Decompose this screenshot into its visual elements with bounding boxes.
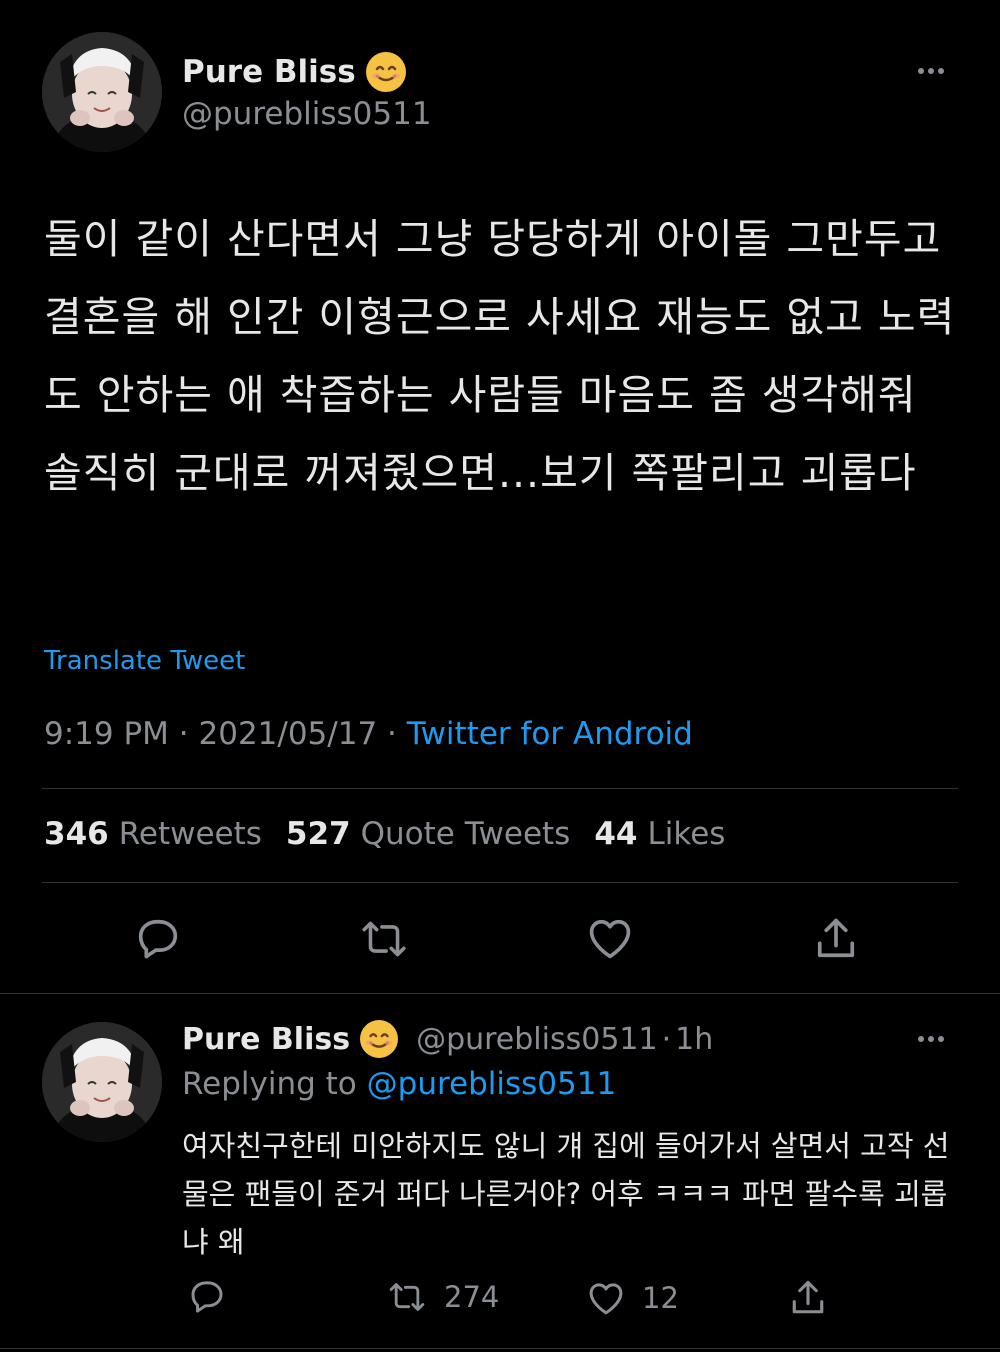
author-name[interactable]: Pure Bliss — [182, 54, 356, 90]
replying-to-mention[interactable]: @purebliss0511 — [367, 1066, 617, 1102]
reply-share-button[interactable] — [786, 1276, 830, 1320]
author-name-row[interactable]: Pure Bliss — [182, 50, 406, 94]
reply-author-handle[interactable]: @purebliss0511 — [416, 1022, 658, 1057]
heart-icon — [589, 1283, 623, 1315]
tweet-action-bar — [0, 912, 1000, 968]
more-dots-icon[interactable] — [918, 1036, 944, 1042]
tweet-source-link[interactable]: Twitter for Android — [407, 716, 693, 752]
reply-time-separator: · — [661, 1021, 672, 1057]
smiling-face-emoji-icon — [365, 52, 406, 92]
author-handle[interactable]: @purebliss0511 — [182, 96, 432, 132]
share-upload-icon — [817, 918, 855, 958]
speech-bubble-icon — [191, 1281, 223, 1313]
more-dots-icon[interactable] — [918, 68, 944, 74]
reply-avatar[interactable] — [42, 1022, 162, 1142]
quote-tweets-count: 527 — [285, 816, 351, 852]
likes-count: 44 — [594, 816, 638, 852]
top-cutoff-fragment — [118, 0, 158, 4]
reply-retweet-button[interactable]: 274 — [384, 1277, 499, 1317]
divider — [0, 993, 1000, 994]
likes-stat[interactable]: 44 Likes — [594, 816, 725, 852]
reply-tweet-text: 여자친구한테 미안하지도 않니 걔 집에 들어가서 살면서 고작 선물은 팬들이… — [182, 1129, 950, 1259]
quote-tweets-label: Quote Tweets — [360, 816, 571, 852]
avatar[interactable] — [42, 32, 162, 152]
meta-separator: · — [387, 716, 397, 752]
reply-time[interactable]: 1h — [675, 1022, 713, 1057]
reply-like-count: 12 — [642, 1281, 679, 1315]
divider — [42, 882, 958, 883]
reply-author-name[interactable]: Pure Bliss — [182, 1022, 350, 1057]
translate-tweet-link[interactable]: Translate Tweet — [44, 646, 245, 676]
share-upload-icon — [792, 1280, 824, 1314]
retweet-button[interactable] — [356, 914, 412, 964]
reply-button[interactable] — [132, 912, 184, 964]
meta-separator: · — [178, 716, 189, 752]
divider — [42, 788, 958, 789]
tweet-time: 9:19 PM — [44, 716, 169, 752]
tweet-stats: 346 Retweets 527 Quote Tweets 44 Likes — [44, 816, 725, 852]
retweets-stat[interactable]: 346 Retweets — [44, 816, 262, 852]
tweet-text: 둘이 같이 산다면서 그냥 당당하게 아이돌 그만두고 결혼을 해 인간 이형근… — [44, 215, 956, 497]
likes-label: Likes — [647, 816, 726, 852]
like-button[interactable] — [584, 912, 636, 964]
reply-like-button[interactable]: 12 — [584, 1277, 679, 1319]
retweet-arrows-icon — [362, 921, 406, 957]
retweets-count: 346 — [44, 816, 109, 852]
reply-retweet-count: 274 — [444, 1280, 500, 1314]
divider — [0, 1348, 1000, 1349]
retweet-arrows-icon — [389, 1283, 425, 1311]
replying-to-line: Replying to @purebliss0511 — [182, 1066, 616, 1102]
tweet-meta: 9:19 PM · 2021/05/17 · Twitter for Andro… — [44, 716, 693, 752]
tweet-date: 2021/05/17 — [198, 716, 378, 752]
smiling-face-emoji-icon — [360, 1020, 399, 1058]
quote-tweets-stat[interactable]: 527 Quote Tweets — [286, 816, 570, 852]
replying-to-label: Replying to — [182, 1066, 357, 1102]
reply-header-row: Pure Bliss @purebliss0511 · 1h — [182, 1018, 713, 1060]
retweets-label: Retweets — [118, 816, 262, 852]
heart-icon — [589, 919, 631, 959]
share-button[interactable] — [810, 912, 862, 966]
speech-bubble-icon — [138, 919, 178, 959]
reply-reply-button[interactable] — [186, 1275, 228, 1317]
